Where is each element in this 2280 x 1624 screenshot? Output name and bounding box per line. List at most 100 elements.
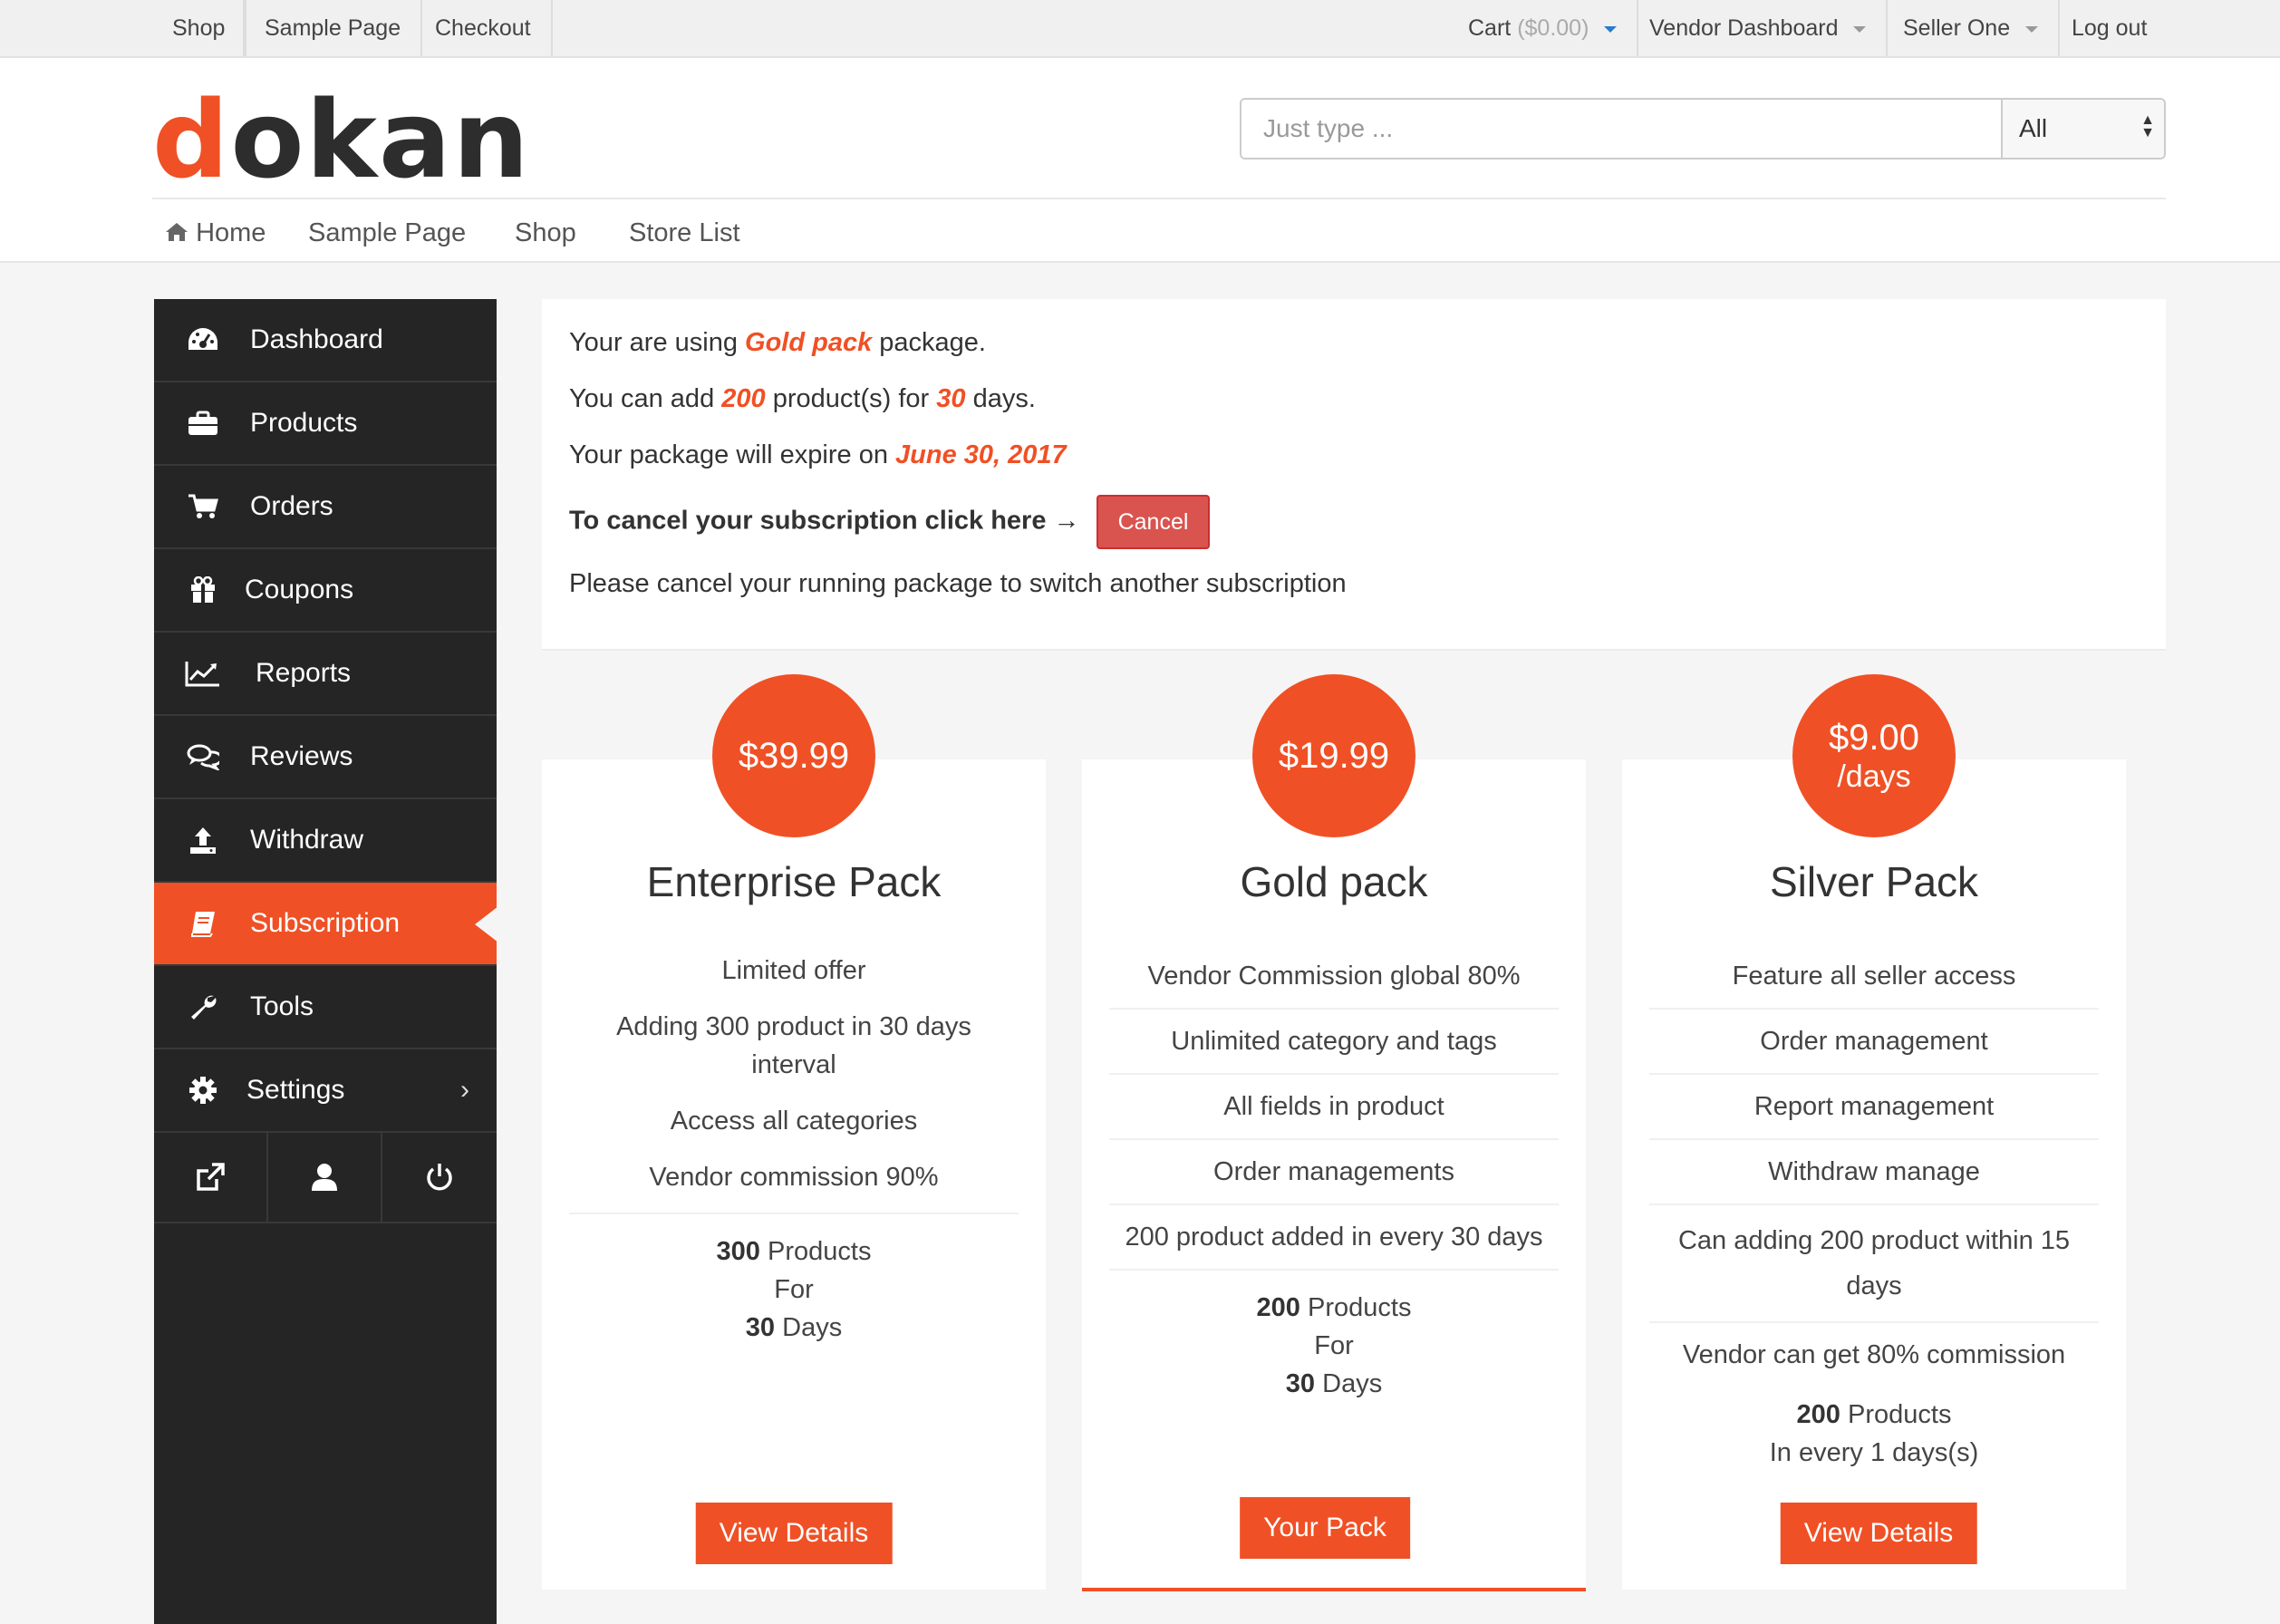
nav-sample-page[interactable]: Sample Page [308,203,466,263]
cart-dropdown[interactable]: Cart ($0.00) [1448,0,1639,56]
text: product(s) for [772,384,930,413]
view-details-button[interactable]: View Details [695,1503,893,1564]
sidebar-item-orders[interactable]: Orders [154,466,497,549]
text: You can add [569,384,715,413]
visit-store-button[interactable] [154,1133,268,1222]
sidebar-item-reviews[interactable]: Reviews [154,716,497,799]
vendor-dashboard-label: Vendor Dashboard [1649,15,1839,41]
logo-text: okan [230,77,531,202]
dashboard-icon [185,299,221,381]
sidebar-item-subscription[interactable]: Subscription [154,883,498,966]
view-details-button[interactable]: View Details [1780,1503,1977,1564]
comments-icon [185,716,221,798]
cancel-instruction: To cancel your subscription click here → [569,506,1080,536]
pack-summary: 300 Products For 30 Days [569,1214,1019,1347]
feature-item: Withdraw manage [1649,1140,2099,1205]
feature-item: Can adding 200 product within 15 days [1649,1205,2099,1323]
days-limit: 30 [936,384,966,413]
user-name: Seller One [1903,15,2011,41]
sidebar-item-withdraw[interactable]: Withdraw [154,799,497,883]
home-icon [166,223,188,241]
sidebar-item-coupons[interactable]: Coupons [154,549,497,633]
feature-list: Feature all seller access Order manageme… [1649,944,2099,1472]
topbar-checkout-link[interactable]: Checkout [415,0,553,56]
price-badge: $9.00 /days [1792,674,1956,837]
feature-list: Limited offer Adding 300 product in 30 d… [569,942,1019,1347]
sidebar-item-label: Reviews [250,741,353,771]
product-count: 200 [1256,1293,1300,1322]
pack-summary: 200 Products For 30 Days [1109,1271,1559,1403]
price-value: $39.99 [738,736,850,776]
cancel-line: To cancel your subscription click here →… [569,495,1211,549]
your-pack-button[interactable]: Your Pack [1240,1497,1410,1559]
pack-title: Silver Pack [1769,858,1979,905]
feature-item: Report management [1649,1075,2099,1140]
text: Your package will expire on [569,440,888,469]
user-dropdown[interactable]: Seller One [1883,0,2061,56]
pack-summary: 200 Products In every 1 days(s) [1649,1387,2099,1472]
topbar-shop-link[interactable]: Shop [152,0,247,56]
sidebar-item-label: Settings [246,1075,345,1105]
sidebar-item-dashboard[interactable]: Dashboard [154,299,497,382]
feature-list: Vendor Commission global 80% Unlimited c… [1109,944,1559,1403]
search-form: All ▲▼ [1240,98,2166,160]
current-package-line: Your are using Gold pack package. [569,328,986,358]
product-count: 200 [1796,1400,1840,1429]
caret-down-icon [2025,25,2039,33]
text: Your are using [569,328,738,357]
expiry-date: June 30, 2017 [895,440,1067,469]
sidebar-item-tools[interactable]: Tools [154,966,497,1049]
dashboard-sidebar: Dashboard Products Orders Coupons Report… [154,299,498,1624]
sidebar-item-reports[interactable]: Reports [154,633,497,716]
sidebar-item-label: Withdraw [250,825,364,855]
briefcase-icon [185,382,221,464]
logo-letter-d: d [152,77,231,202]
current-package-name: Gold pack [745,328,873,357]
pack-card-gold: $19.99 Gold pack Vendor Commission globa… [1082,674,1586,1591]
text: Days [1322,1369,1383,1398]
wrench-icon [185,966,221,1048]
feature-item: Feature all seller access [1649,944,2099,1010]
nav-home[interactable]: Home [165,203,266,263]
nav-home-label: Home [196,218,266,247]
price-value: $19.99 [1278,736,1390,776]
logout-button[interactable] [382,1133,497,1222]
text: For [774,1275,814,1304]
top-bar: Shop Sample Page Checkout Cart ($0.00) V… [0,0,2280,58]
feature-item: Adding 300 product in 30 days interval [616,1012,971,1079]
pack-title: Enterprise Pack [646,858,942,905]
search-category-value: All [2019,114,2048,142]
search-input[interactable] [1241,100,2003,158]
power-icon [427,1164,452,1191]
days-count: 30 [745,1313,776,1342]
nav-shop[interactable]: Shop [515,203,576,263]
dokan-logo[interactable]: dokan [152,76,531,203]
gift-icon [185,549,221,631]
text: package. [879,328,986,357]
topbar-sample-page-link[interactable]: Sample Page [243,0,423,56]
search-category-select[interactable]: All ▲ ▼ [2001,100,2164,158]
vendor-dashboard-dropdown[interactable]: Vendor Dashboard [1629,0,1889,56]
cart-icon [185,466,221,547]
user-icon [312,1164,337,1191]
text: Days [782,1313,843,1342]
expiry-line: Your package will expire on June 30, 201… [569,440,1067,470]
cancel-subscription-button[interactable]: Cancel [1096,495,1211,549]
chart-icon [185,633,221,714]
feature-item: Order managements [1109,1140,1559,1205]
text: For [1314,1331,1354,1360]
select-arrows-icon: ▲ ▼ [2140,112,2155,140]
sidebar-item-products[interactable]: Products [154,382,497,466]
feature-item: Vendor can get 80% commission [1682,1340,2066,1369]
pack-card-enterprise: $39.99 Enterprise Pack Limited offer Add… [542,674,1046,1590]
price-badge: $19.99 [1252,674,1415,837]
cart-amount: ($0.00) [1517,15,1589,41]
edit-account-button[interactable] [268,1133,382,1222]
sidebar-item-settings[interactable]: Settings › [154,1049,497,1133]
logout-link[interactable]: Log out [2052,0,2167,56]
feature-item: All fields in product [1109,1075,1559,1140]
sidebar-item-label: Tools [250,991,314,1021]
chevron-right-icon: › [460,1075,469,1105]
caret-down-icon [1604,25,1618,33]
nav-store-list[interactable]: Store List [629,203,740,263]
